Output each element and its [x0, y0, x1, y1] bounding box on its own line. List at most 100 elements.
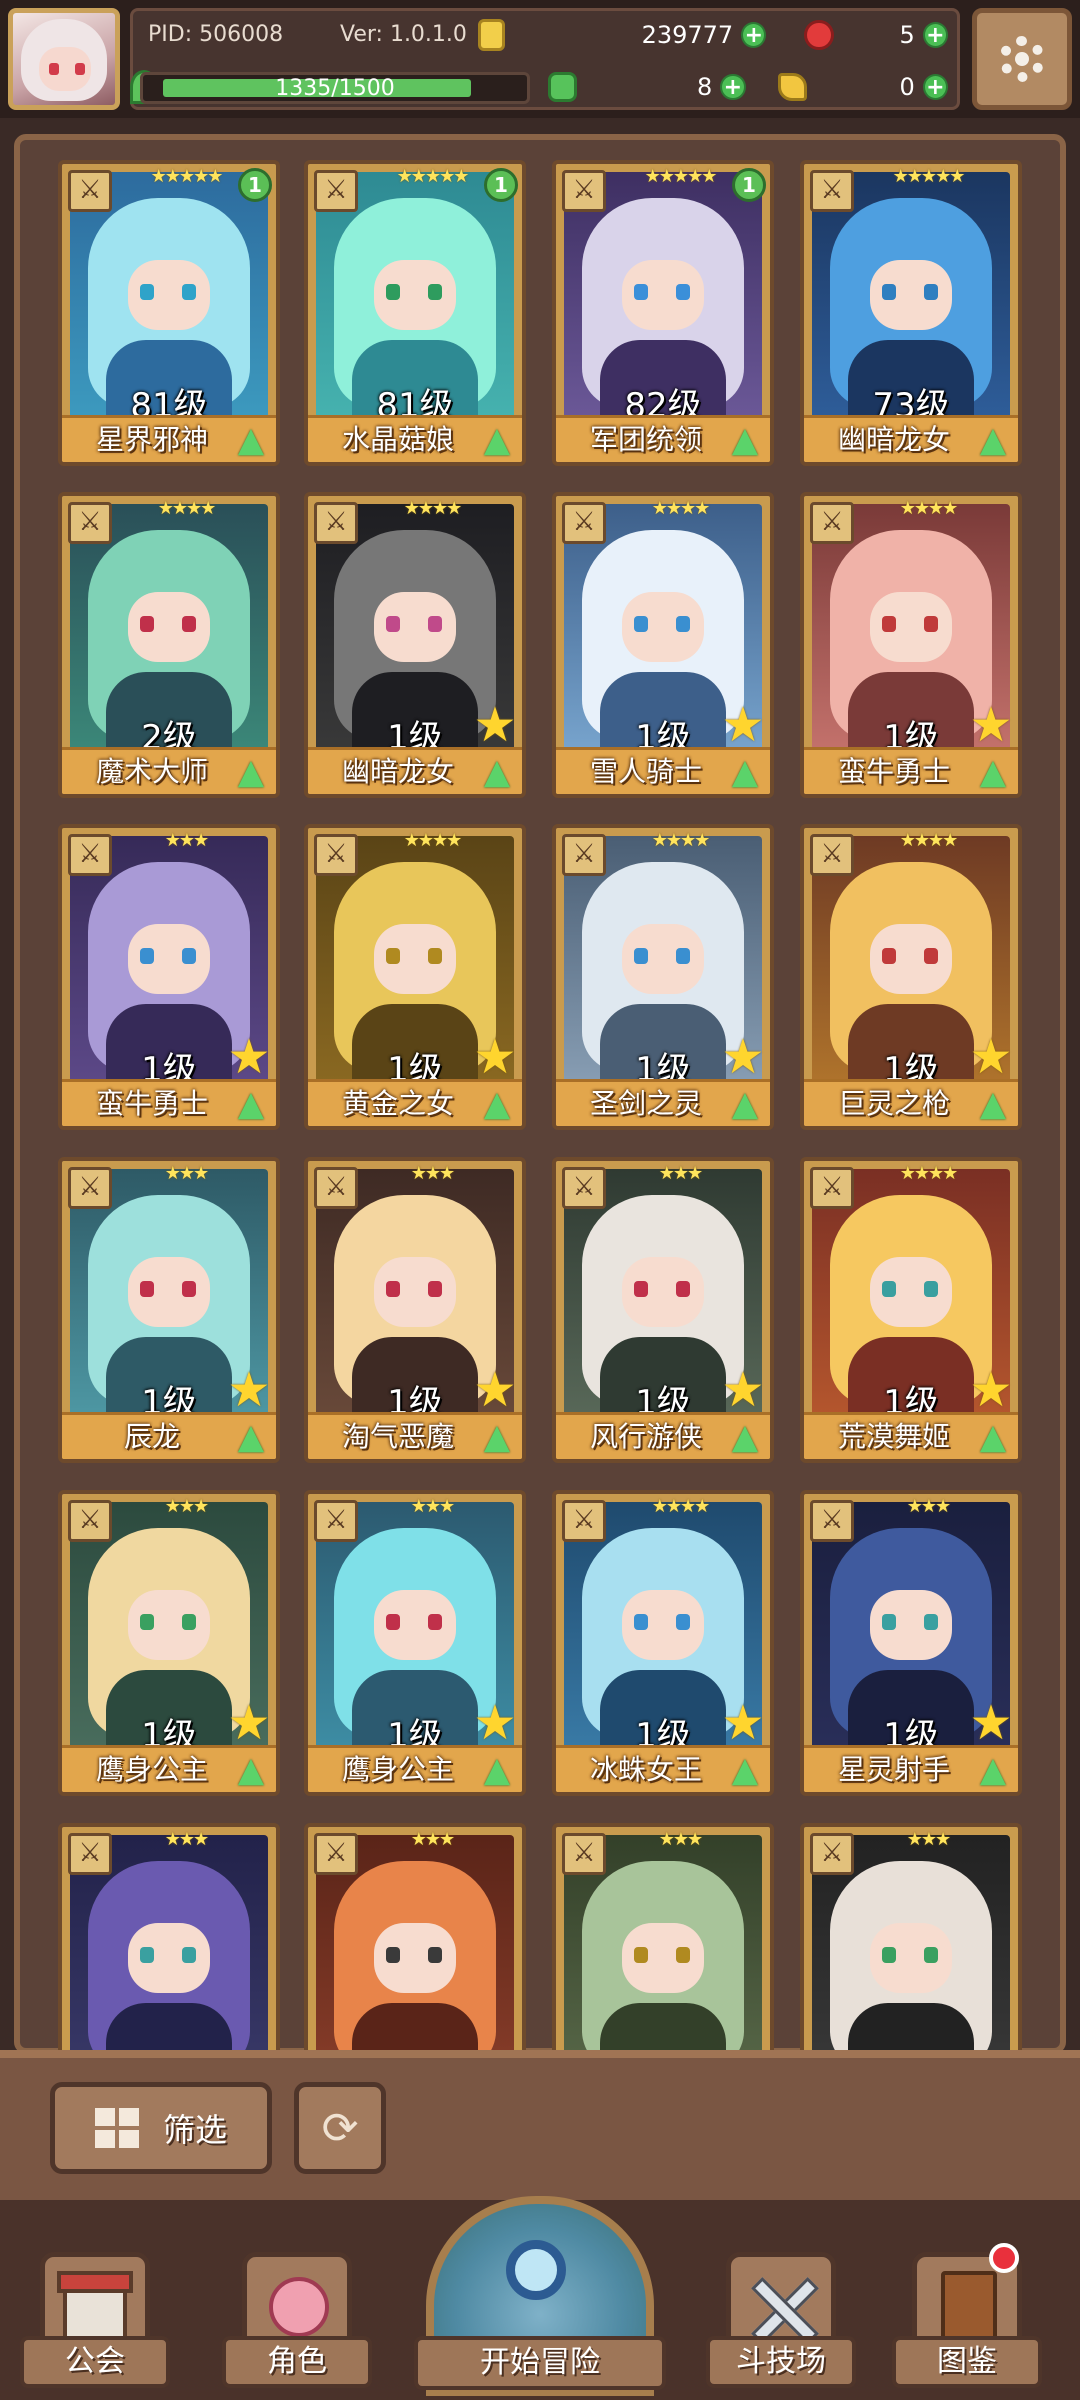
character-card[interactable]: ⚔ ★★★★★ 1 81级 星界邪神 ▲ [58, 160, 280, 466]
weapon-type-icon: ⚔ [314, 1500, 358, 1542]
star-upgrade-icon: ★ [473, 697, 517, 753]
character-card[interactable]: ⚔ ★★★ 1级 ★ 鹰身公主 ▲ [304, 1490, 526, 1796]
weapon-type-icon: ⚔ [562, 1833, 606, 1875]
star-rating: ★★★ [410, 1496, 455, 1517]
weapon-type-icon: ⚔ [68, 1500, 112, 1542]
star-upgrade-icon: ★ [969, 1362, 1013, 1418]
level-up-arrow-icon: ▲ [731, 1750, 759, 1790]
star-upgrade-icon: ★ [227, 1695, 271, 1751]
notification-dot [989, 2243, 1019, 2273]
star-upgrade-icon: ★ [227, 1362, 271, 1418]
awakening-badge: 1 [484, 168, 518, 202]
nav-roles[interactable]: 角色 [222, 2252, 372, 2392]
character-name: 幽暗龙女 [837, 423, 950, 456]
level-up-arrow-icon: ▲ [483, 420, 511, 460]
level-up-arrow-icon: ▲ [237, 752, 265, 792]
character-name: 星界邪神 [95, 423, 208, 456]
filter-label: 筛选 [162, 2111, 227, 2149]
character-card[interactable]: ⚔ ★★★★★ 73级 幽暗龙女 ▲ [800, 160, 1022, 466]
character-name: 军团统领 [589, 423, 702, 456]
character-card[interactable]: ⚔ ★★★★ 1级 ★ 幽暗龙女 ▲ [304, 492, 526, 798]
refresh-button[interactable]: ⟳ [294, 2082, 386, 2174]
level-up-arrow-icon: ▲ [731, 752, 759, 792]
grid-filter-icon [94, 2108, 139, 2148]
character-card[interactable]: ⚔ ★★★ [304, 1823, 526, 2050]
nav-arena[interactable]: 斗技场 [706, 2252, 856, 2392]
filter-button[interactable]: 筛选 [50, 2082, 272, 2174]
character-card[interactable]: ⚔ ★★★ 1级 ★ 星灵射手 ▲ [800, 1490, 1022, 1796]
weapon-type-icon: ⚔ [68, 170, 112, 212]
character-name: 圣剑之灵 [589, 1087, 702, 1120]
star-upgrade-icon: ★ [969, 697, 1013, 753]
star-upgrade-icon: ★ [721, 1362, 765, 1418]
character-name: 荒漠舞姬 [837, 1420, 950, 1453]
level-up-arrow-icon: ▲ [979, 1417, 1007, 1457]
star-rating: ★★★ [164, 1163, 209, 1184]
star-rating: ★★★★★ [644, 166, 718, 187]
character-name: 魔术大师 [95, 755, 208, 788]
nav-guild[interactable]: 公会 [20, 2252, 170, 2392]
character-card[interactable]: ⚔ ★★★★ 1级 ★ 巨灵之枪 ▲ [800, 824, 1022, 1130]
level-up-arrow-icon: ▲ [979, 1750, 1007, 1790]
level-up-arrow-icon: ▲ [237, 1750, 265, 1790]
weapon-type-icon: ⚔ [810, 1167, 854, 1209]
character-card[interactable]: ⚔ ★★★ 1级 ★ 鹰身公主 ▲ [58, 1490, 280, 1796]
character-card[interactable]: ⚔ ★★★★ 1级 ★ 冰蛛女王 ▲ [552, 1490, 774, 1796]
weapon-type-icon: ⚔ [314, 834, 358, 876]
character-name: 雪人骑士 [589, 755, 702, 788]
level-up-arrow-icon: ▲ [237, 1417, 265, 1457]
star-rating: ★★★ [164, 830, 209, 851]
character-card[interactable]: ⚔ ★★★★ 1级 ★ 圣剑之灵 ▲ [552, 824, 774, 1130]
star-rating: ★★★ [906, 1829, 951, 1850]
star-rating: ★★★ [164, 1829, 209, 1850]
character-card[interactable]: ⚔ ★★★ 1级 ★ 风行游侠 ▲ [552, 1157, 774, 1463]
star-rating: ★★★★ [651, 830, 711, 851]
nav-codex[interactable]: 图鉴 [892, 2243, 1042, 2392]
level-up-arrow-icon: ▲ [731, 420, 759, 460]
nav-guild-label: 公会 [20, 2336, 170, 2388]
character-card[interactable]: ⚔ ★★★ [58, 1823, 280, 2050]
weapon-type-icon: ⚔ [562, 170, 606, 212]
weapon-type-icon: ⚔ [810, 502, 854, 544]
character-name: 鹰身公主 [95, 1753, 208, 1786]
character-card[interactable]: ⚔ ★★★ [800, 1823, 1022, 2050]
nav-start-adventure[interactable]: 开始冒险 [414, 2196, 666, 2396]
weapon-type-icon: ⚔ [314, 170, 358, 212]
nav-arena-label: 斗技场 [706, 2336, 856, 2388]
awakening-badge: 1 [732, 168, 766, 202]
level-up-arrow-icon: ▲ [483, 1417, 511, 1457]
level-up-arrow-icon: ▲ [979, 1084, 1007, 1124]
weapon-type-icon: ⚔ [810, 834, 854, 876]
character-card[interactable]: ⚔ ★★★★ 2级 魔术大师 ▲ [58, 492, 280, 798]
character-card[interactable]: ⚔ ★★★★ 1级 ★ 蛮牛勇士 ▲ [800, 492, 1022, 798]
character-grid: ⚔ ★★★★★ 1 81级 星界邪神 ▲ ⚔ ★★★★★ 1 81级 水晶菇娘 ▲ ⚔ ★★★★★ 1 82级… [0, 0, 1080, 2050]
nav-adventure-label: 开始冒险 [414, 2336, 666, 2390]
character-card[interactable]: ⚔ ★★★★ 1级 ★ 雪人骑士 ▲ [552, 492, 774, 798]
character-card[interactable]: ⚔ ★★★ [552, 1823, 774, 2050]
weapon-type-icon: ⚔ [810, 170, 854, 212]
character-name: 星灵射手 [837, 1753, 950, 1786]
weapon-type-icon: ⚔ [314, 1833, 358, 1875]
character-name: 巨灵之枪 [837, 1087, 950, 1120]
star-upgrade-icon: ★ [721, 697, 765, 753]
awakening-badge: 1 [238, 168, 272, 202]
weapon-type-icon: ⚔ [562, 834, 606, 876]
character-name: 蛮牛勇士 [95, 1087, 208, 1120]
character-card[interactable]: ⚔ ★★★ 1级 ★ 辰龙 ▲ [58, 1157, 280, 1463]
weapon-type-icon: ⚔ [68, 834, 112, 876]
weapon-type-icon: ⚔ [314, 502, 358, 544]
star-upgrade-icon: ★ [721, 1029, 765, 1085]
character-card[interactable]: ⚔ ★★★ 1级 ★ 蛮牛勇士 ▲ [58, 824, 280, 1130]
character-name: 水晶菇娘 [341, 423, 454, 456]
character-card[interactable]: ⚔ ★★★★★ 1 81级 水晶菇娘 ▲ [304, 160, 526, 466]
level-up-arrow-icon: ▲ [979, 420, 1007, 460]
star-upgrade-icon: ★ [473, 1695, 517, 1751]
character-card[interactable]: ⚔ ★★★★ 1级 ★ 荒漠舞姬 ▲ [800, 1157, 1022, 1463]
character-card[interactable]: ⚔ ★★★★ 1级 ★ 黄金之女 ▲ [304, 824, 526, 1130]
star-upgrade-icon: ★ [721, 1695, 765, 1751]
weapon-type-icon: ⚔ [810, 1500, 854, 1542]
star-rating: ★★★ [658, 1829, 703, 1850]
character-card[interactable]: ⚔ ★★★★★ 1 82级 军团统领 ▲ [552, 160, 774, 466]
character-card[interactable]: ⚔ ★★★ 1级 ★ 淘气恶魔 ▲ [304, 1157, 526, 1463]
star-rating: ★★★ [906, 1496, 951, 1517]
